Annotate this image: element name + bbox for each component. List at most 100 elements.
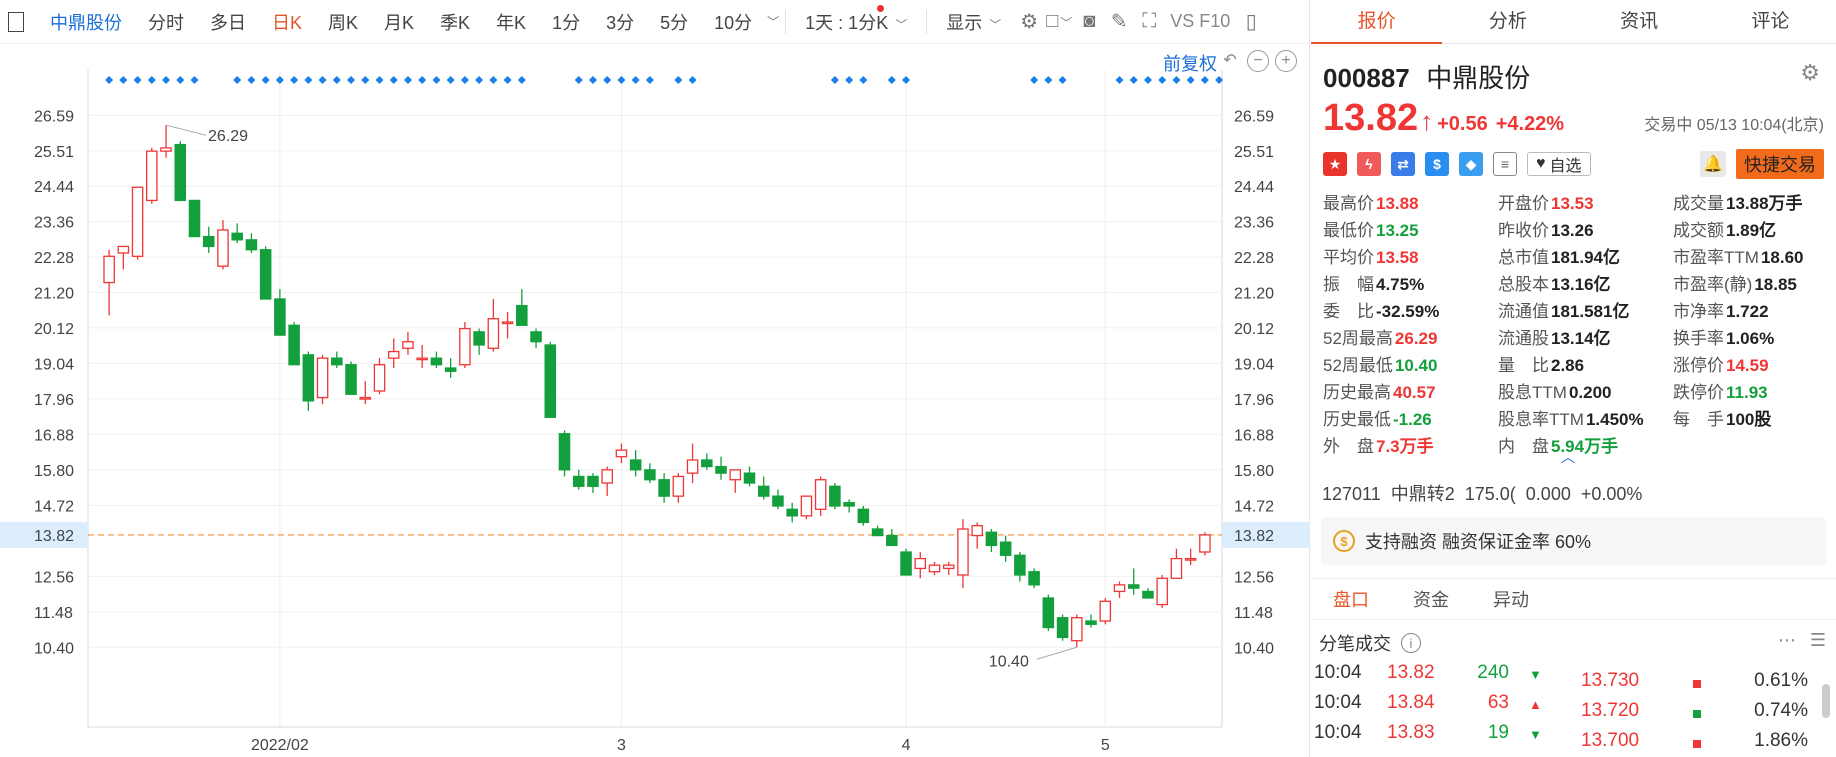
panel-toggle-icon[interactable]: ▯ bbox=[1236, 9, 1266, 34]
candle-body[interactable] bbox=[1014, 554, 1026, 576]
sidebar-toggle-icon[interactable] bbox=[8, 11, 24, 32]
period-tab[interactable]: 季K bbox=[427, 9, 483, 35]
candle-body[interactable] bbox=[772, 495, 784, 507]
chevron-down-icon[interactable]: ﹀ bbox=[767, 13, 779, 30]
candle-body[interactable] bbox=[373, 364, 386, 392]
fast-trade-button[interactable]: 快捷交易 bbox=[1736, 149, 1824, 179]
period-tab[interactable]: 月K bbox=[371, 9, 427, 35]
china-flag-icon[interactable]: ★ bbox=[1323, 152, 1347, 176]
candle-body[interactable] bbox=[430, 357, 443, 366]
candle-body[interactable] bbox=[1071, 617, 1083, 642]
candle-body[interactable] bbox=[416, 357, 428, 361]
candle-body[interactable] bbox=[942, 564, 955, 570]
period-tab[interactable]: 日K bbox=[259, 9, 315, 35]
dollar-icon[interactable]: $ bbox=[1425, 152, 1449, 176]
candle-body[interactable] bbox=[871, 528, 884, 537]
candle-body[interactable] bbox=[686, 459, 699, 474]
candle-body[interactable] bbox=[174, 143, 187, 202]
tab-3[interactable]: 评论 bbox=[1705, 0, 1836, 43]
subtab-0[interactable]: 盘口 bbox=[1311, 579, 1391, 619]
candle-body[interactable] bbox=[188, 199, 201, 238]
period-tab[interactable]: 分时 bbox=[135, 9, 197, 35]
zoom-out-icon[interactable]: − bbox=[1247, 50, 1269, 72]
tab-2[interactable]: 资讯 bbox=[1574, 0, 1705, 43]
candle-body[interactable] bbox=[444, 367, 457, 372]
undo-icon[interactable]: ↶ bbox=[1219, 50, 1241, 72]
candle-body[interactable] bbox=[1085, 620, 1097, 625]
candle-body[interactable] bbox=[402, 341, 414, 349]
candle-body[interactable] bbox=[715, 465, 727, 474]
lightning-icon[interactable]: ϟ bbox=[1357, 152, 1381, 176]
convertible-bond-row[interactable]: 127011 中鼎转2 175.0(0.000 +0.00% bbox=[1322, 480, 1652, 506]
candle-body[interactable] bbox=[615, 449, 628, 458]
candle-body[interactable] bbox=[1199, 534, 1211, 553]
candle-body[interactable] bbox=[658, 479, 670, 497]
candle-body[interactable] bbox=[245, 239, 258, 251]
candle-body[interactable] bbox=[302, 354, 315, 402]
candle-body[interactable] bbox=[146, 150, 158, 202]
candle-body[interactable] bbox=[1142, 590, 1154, 599]
candle-body[interactable] bbox=[202, 235, 215, 248]
candle-body[interactable] bbox=[572, 475, 585, 487]
vs-f10-button[interactable]: VS F10 bbox=[1164, 11, 1236, 32]
candle-body[interactable] bbox=[843, 502, 855, 507]
candle-body[interactable] bbox=[131, 186, 144, 257]
candle-body[interactable] bbox=[886, 534, 898, 547]
candle-body[interactable] bbox=[359, 396, 372, 400]
zoom-in-icon[interactable]: + bbox=[1275, 50, 1297, 72]
subtab-1[interactable]: 资金 bbox=[1391, 579, 1471, 619]
candle-body[interactable] bbox=[701, 459, 713, 468]
period-tab[interactable]: 10分 bbox=[701, 9, 765, 35]
candle-body[interactable] bbox=[1127, 584, 1140, 589]
shuffle-icon[interactable]: ⇄ bbox=[1391, 152, 1415, 176]
candle-body[interactable] bbox=[160, 147, 172, 152]
settings-gear-icon[interactable]: ⚙ bbox=[1800, 60, 1820, 86]
candle-body[interactable] bbox=[814, 479, 827, 510]
watchlist-button[interactable]: ♥ 自选 bbox=[1527, 152, 1591, 176]
period-tab[interactable]: 5分 bbox=[647, 9, 701, 35]
info-icon[interactable]: i bbox=[1401, 633, 1421, 653]
period-tab[interactable]: 年K bbox=[483, 9, 539, 35]
collapse-chevron-icon[interactable]: ︿ bbox=[1561, 447, 1575, 467]
candle-body[interactable] bbox=[914, 557, 927, 570]
fullscreen-icon[interactable]: ⛶ bbox=[1134, 10, 1164, 33]
period-tab[interactable]: 周K bbox=[315, 9, 371, 35]
period-tab[interactable]: 3分 bbox=[593, 9, 647, 35]
period-tab[interactable]: 多日 bbox=[197, 9, 259, 35]
candle-body[interactable] bbox=[530, 331, 542, 343]
stock-name-button[interactable]: 中鼎股份 bbox=[34, 9, 135, 35]
candle-body[interactable] bbox=[459, 327, 471, 366]
candle-body[interactable] bbox=[259, 249, 272, 300]
candle-body[interactable] bbox=[743, 472, 756, 484]
scrollbar[interactable] bbox=[1822, 684, 1830, 718]
candle-body[interactable] bbox=[900, 551, 912, 576]
camera-icon[interactable]: ◙ bbox=[1074, 10, 1104, 33]
candle-body[interactable] bbox=[1156, 577, 1168, 606]
candle-body[interactable] bbox=[971, 525, 983, 537]
candle-body[interactable] bbox=[558, 433, 571, 471]
candle-body[interactable] bbox=[587, 475, 599, 487]
more-icon[interactable]: ⋯ bbox=[1778, 630, 1796, 651]
note-icon[interactable]: ≡ bbox=[1493, 152, 1517, 176]
list-icon[interactable]: ☰ bbox=[1810, 630, 1826, 651]
display-select[interactable]: 显示 ﹀ bbox=[933, 9, 1014, 35]
candle-body[interactable] bbox=[288, 324, 300, 366]
candle-body[interactable] bbox=[629, 459, 642, 471]
candle-body[interactable] bbox=[800, 495, 813, 517]
tag-icon[interactable]: ◆ bbox=[1459, 152, 1483, 176]
gear-icon[interactable]: ⚙ bbox=[1014, 9, 1044, 34]
tab-1[interactable]: 分析 bbox=[1442, 0, 1573, 43]
candle-body[interactable] bbox=[857, 508, 870, 524]
pencil-icon[interactable]: ✎ bbox=[1104, 9, 1134, 34]
candle-body[interactable] bbox=[1184, 557, 1197, 561]
candle-body[interactable] bbox=[957, 528, 969, 576]
interval-select[interactable]: 1天 : 1分K ﹀ bbox=[792, 9, 920, 35]
bell-icon[interactable]: 🔔 bbox=[1700, 151, 1726, 177]
candle-body[interactable] bbox=[231, 232, 243, 241]
candle-body[interactable] bbox=[217, 229, 229, 267]
candle-body[interactable] bbox=[345, 364, 357, 395]
candle-body[interactable] bbox=[487, 318, 500, 349]
tab-0[interactable]: 报价 bbox=[1311, 0, 1443, 44]
candle-body[interactable] bbox=[501, 321, 514, 325]
candle-body[interactable] bbox=[757, 485, 770, 497]
